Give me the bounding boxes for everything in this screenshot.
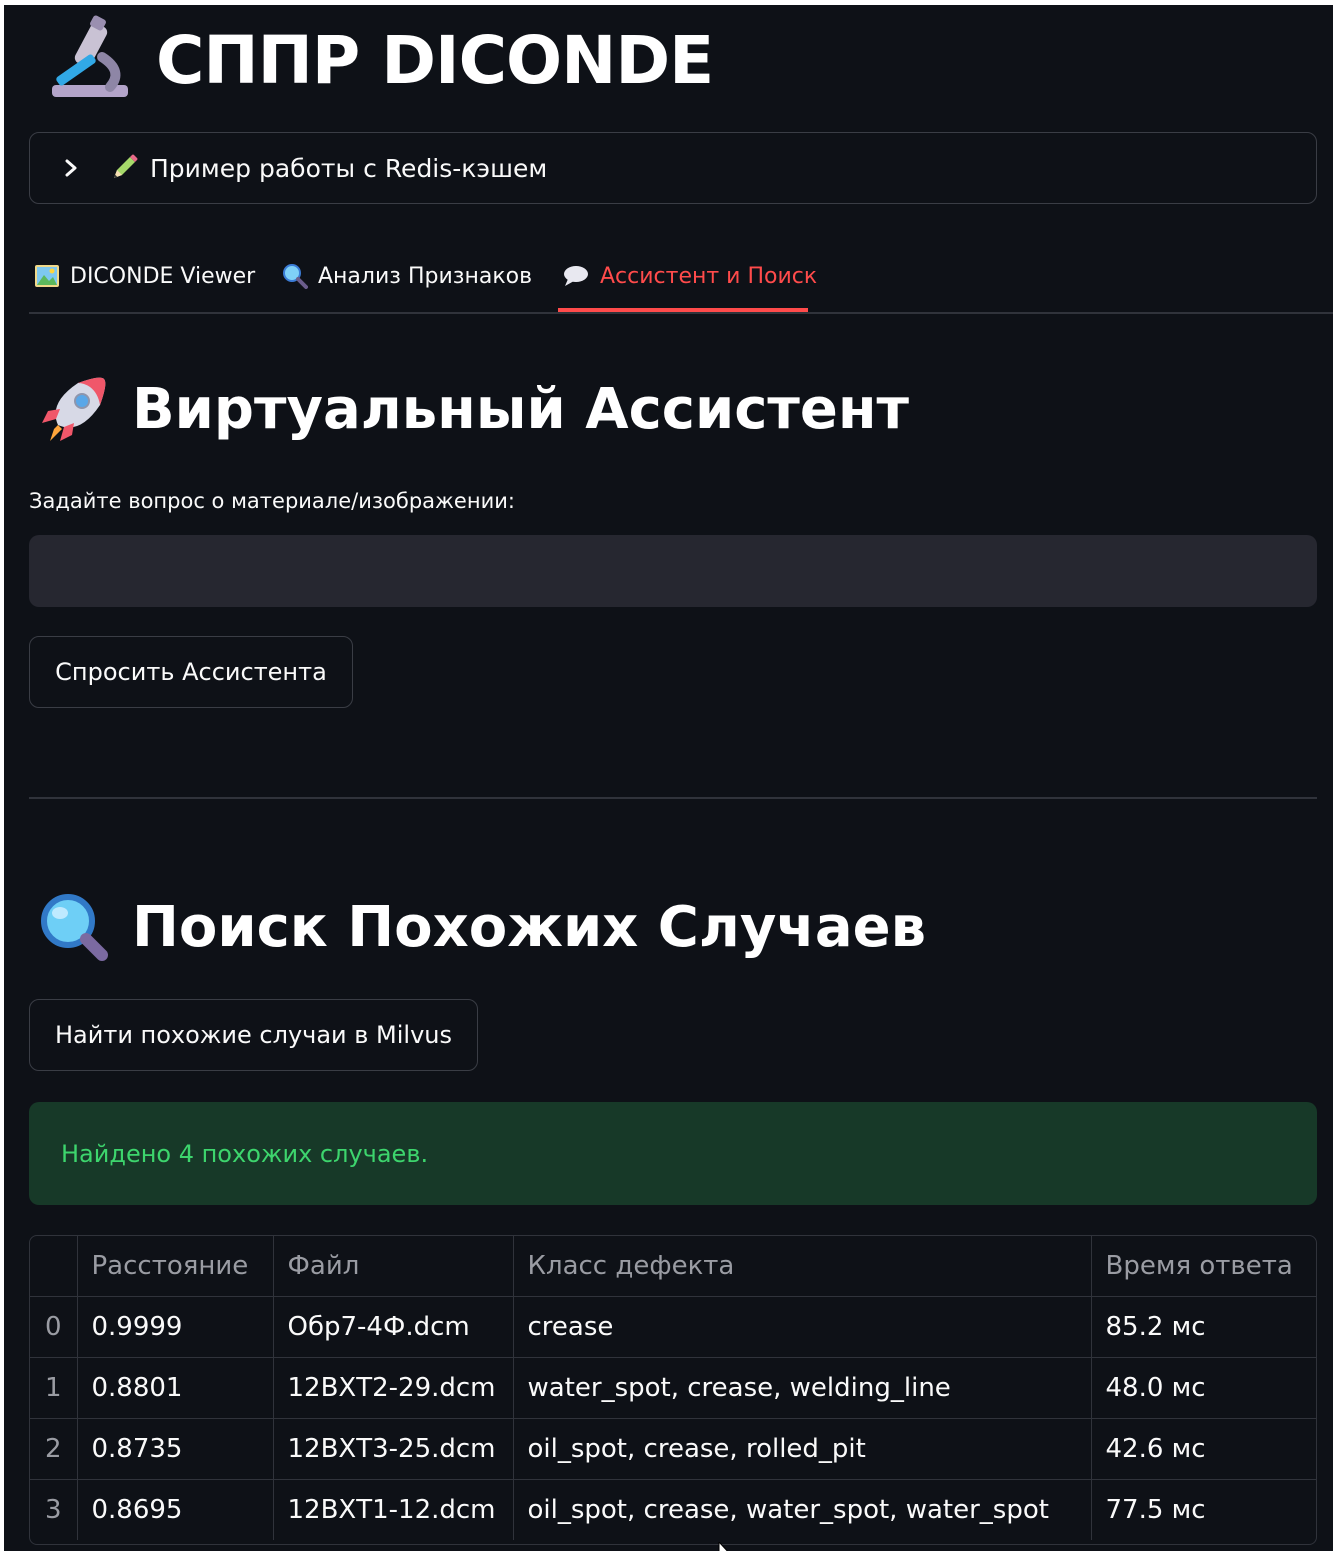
redis-cache-expander[interactable]: Пример работы с Redis-кэшем	[29, 132, 1317, 204]
tab-label: DICONDE Viewer	[70, 263, 256, 289]
search-title: Поиск Похожих Случаев	[132, 894, 927, 960]
tab-bar: DICONDE Viewer Анализ Признаков Ассистен…	[29, 250, 1333, 314]
response-time-cell: 85.2 мс	[1091, 1296, 1316, 1358]
rocket-icon	[42, 377, 106, 441]
success-alert: Найдено 4 похожих случаев.	[29, 1102, 1317, 1205]
app-title: СППР DICONDE	[156, 21, 714, 99]
question-label: Задайте вопрос о материале/изображении:	[29, 489, 515, 513]
column-header-file[interactable]: Файл	[273, 1236, 514, 1297]
file-cell: Обр7-4Ф.dcm	[273, 1296, 514, 1358]
question-input[interactable]	[29, 535, 1317, 607]
results-table[interactable]: Расстояние Файл Класс дефекта Время отве…	[29, 1235, 1317, 1545]
file-cell: 12ВХТ1-12.dcm	[273, 1479, 514, 1540]
column-header-response-time[interactable]: Время ответа	[1091, 1236, 1316, 1297]
response-time-cell: 42.6 мс	[1091, 1418, 1316, 1480]
file-cell: 12ВХТ3-25.dcm	[273, 1418, 514, 1480]
chevron-right-icon	[65, 159, 77, 177]
table-row: 2 0.8735 12ВХТ3-25.dcm oil_spot, crease,…	[30, 1418, 1316, 1480]
defect-class-cell: crease	[513, 1296, 1092, 1358]
column-header-distance[interactable]: Расстояние	[77, 1236, 274, 1297]
assistant-heading: Виртуальный Ассистент	[38, 373, 909, 445]
defect-class-cell: oil_spot, crease, water_spot, water_spot	[513, 1479, 1092, 1540]
pencil-icon	[114, 154, 138, 178]
tab-label: Анализ Признаков	[318, 263, 533, 289]
speech-bubble-icon	[564, 266, 588, 286]
tab-diconde-viewer[interactable]: DICONDE Viewer	[34, 256, 255, 296]
column-header-defect-class[interactable]: Класс дефекта	[513, 1236, 1092, 1297]
success-message: Найдено 4 похожих случаев.	[61, 1139, 429, 1168]
row-index: 0	[30, 1296, 78, 1358]
defect-class-cell: water_spot, crease, welding_line	[513, 1357, 1092, 1419]
table-row: 0 0.9999 Обр7-4Ф.dcm crease 85.2 мс	[30, 1296, 1316, 1358]
assistant-title: Виртуальный Ассистент	[132, 376, 909, 442]
table-header-row: Расстояние Файл Класс дефекта Время отве…	[30, 1236, 1316, 1297]
expander-label: Пример работы с Redis-кэшем	[150, 153, 548, 183]
row-index: 2	[30, 1418, 78, 1480]
magnifier-icon	[283, 264, 308, 289]
distance-cell: 0.8735	[77, 1418, 274, 1480]
table-row: 3 0.8695 12ВХТ1-12.dcm oil_spot, crease,…	[30, 1479, 1316, 1540]
row-index: 1	[30, 1357, 78, 1419]
tab-assistant-search[interactable]: Ассистент и Поиск	[562, 256, 817, 296]
file-cell: 12ВХТ2-29.dcm	[273, 1357, 514, 1419]
search-heading: Поиск Похожих Случаев	[38, 891, 926, 963]
distance-cell: 0.9999	[77, 1296, 274, 1358]
magnifier-icon	[41, 894, 108, 961]
ask-assistant-button[interactable]: Спросить Ассистента	[29, 636, 353, 708]
tab-feature-analysis[interactable]: Анализ Признаков	[282, 256, 532, 296]
microscope-icon	[52, 15, 128, 97]
mouse-cursor-icon	[718, 1542, 728, 1551]
distance-cell: 0.8695	[77, 1479, 274, 1540]
defect-class-cell: oil_spot, crease, rolled_pit	[513, 1418, 1092, 1480]
find-similar-button[interactable]: Найти похожие случаи в Milvus	[29, 999, 478, 1071]
app-header: СППР DICONDE	[44, 15, 714, 105]
section-divider	[29, 797, 1317, 799]
column-header-index	[30, 1236, 78, 1297]
distance-cell: 0.8801	[77, 1357, 274, 1419]
picture-icon	[35, 265, 59, 287]
tab-label: Ассистент и Поиск	[600, 263, 818, 289]
app-frame: СППР DICONDE Пример работы с Redis-кэшем…	[4, 5, 1333, 1551]
row-index: 3	[30, 1479, 78, 1540]
response-time-cell: 77.5 мс	[1105, 1495, 1206, 1525]
active-tab-indicator	[558, 308, 808, 312]
response-time-cell: 48.0 мс	[1091, 1357, 1316, 1419]
table-row: 1 0.8801 12ВХТ2-29.dcm water_spot, creas…	[30, 1357, 1316, 1419]
